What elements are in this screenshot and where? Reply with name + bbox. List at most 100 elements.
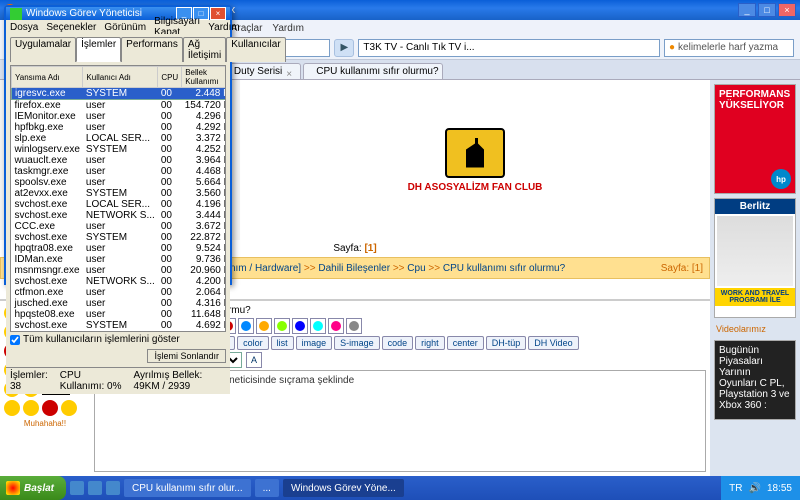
breadcrumb-link[interactable]: Dahili Bileşenler [318,263,390,274]
taskmgr-menu-item[interactable]: Yardım [208,22,240,33]
ad2-image [717,216,793,286]
process-row[interactable]: hpqste08.exeuser0011.648 K [12,309,227,320]
quicklaunch-icon[interactable] [70,481,84,495]
task-manager-window[interactable]: Windows Görev Yöneticisi _ □ × DosyaSeçe… [4,5,232,285]
show-all-users-checkbox[interactable] [10,335,20,345]
column-header[interactable]: Kullanıcı Adı [83,67,158,88]
ad-hp[interactable]: PERFORMANS YÜKSELİYOR hp [714,84,796,194]
search-text: kelimelerle harf yazma [678,42,778,53]
ad-games[interactable]: Bugünün Piyasaları Yarının Oyunları C PL… [714,340,796,420]
column-header[interactable]: Bellek Kullanımı [182,67,226,88]
format-color-btn[interactable] [256,318,272,334]
bbcode-dh-tüp-button[interactable]: DH-tüp [486,336,527,350]
fanclub-text: DH ASOSYALİZM FAN CLUB [408,182,543,193]
format-color-btn[interactable] [346,318,362,334]
emoji-icon[interactable] [4,400,20,416]
taskmgr-tab[interactable]: Kullanıcılar [226,37,285,62]
status-cpu: CPU Kullanımı: 0% [60,370,122,392]
page-number[interactable]: [1] [364,243,376,254]
process-row[interactable]: IEMonitor.exeuser004.296 K [12,111,227,122]
bbcode-code-button[interactable]: code [382,336,414,350]
taskmgr-menu-item[interactable]: Görünüm [104,22,146,33]
process-row[interactable]: at2evxx.exeSYSTEM003.560 K [12,188,227,199]
close-button[interactable]: × [778,3,796,17]
extra-format-btn[interactable]: A [246,352,262,368]
process-row[interactable]: svchost.exeNETWORK S...004.200 K [12,276,227,287]
format-color-btn[interactable] [328,318,344,334]
taskmgr-menu-item[interactable]: Dosya [10,22,38,33]
tab-close-icon[interactable]: × [286,69,292,75]
system-tray[interactable]: TR 🔊 18:55 [721,476,800,500]
tab-close-icon[interactable]: × [443,69,444,75]
process-row[interactable]: spoolsv.exeuser005.664 K [12,177,227,188]
process-row[interactable]: svchost.exeLOCAL SER...004.196 K [12,199,227,210]
breadcrumb-link[interactable]: CPU kullanımı sıfır olurmu? [443,263,565,274]
process-row[interactable]: svchost.exeSYSTEM0022.872 K [12,232,227,243]
quicklaunch-icon[interactable] [106,481,120,495]
process-row[interactable]: hpqtra08.exeuser009.524 K [12,243,227,254]
clock: 18:55 [767,483,792,494]
taskmgr-tab[interactable]: İşlemler [76,37,121,62]
quicklaunch-icon[interactable] [88,481,102,495]
process-row[interactable]: msnmsngr.exeuser0020.960 K [12,265,227,276]
tray-lang[interactable]: TR [729,483,742,494]
process-row[interactable]: svchost.exeNETWORK S...003.444 K [12,210,227,221]
browser-tab[interactable]: CPU kullanımı sıfır olurmu?× [303,63,443,79]
process-row[interactable]: wuauclt.exeuser003.964 K [12,155,227,166]
taskmgr-icon [10,8,22,20]
ad-column: PERFORMANS YÜKSELİYOR hp Berlitz WORK AN… [710,80,800,476]
emoji-icon[interactable] [61,400,77,416]
forum-header: DH ASOSYALİZM FAN CLUB [240,80,710,240]
process-row[interactable]: hpfbkg.exeuser004.292 K [12,122,227,133]
minimize-button[interactable]: _ [738,3,756,17]
taskmgr-tab[interactable]: Uygulamalar [10,37,76,62]
search-bar[interactable]: ● kelimelerle harf yazma [664,39,794,57]
process-row[interactable]: igresvc.exeSYSTEM002.448 K [12,88,227,100]
bbcode-list-button[interactable]: list [271,336,294,350]
format-color-btn[interactable] [310,318,326,334]
process-row[interactable]: svchost.exeSYSTEM004.692 K [12,320,227,331]
process-row[interactable]: ctfmon.exeuser002.064 K [12,287,227,298]
emoji-icon[interactable] [23,400,39,416]
tray-volume-icon[interactable]: 🔊 [749,483,761,494]
process-row[interactable]: jusched.exeuser004.316 K [12,298,227,309]
page-right: Sayfa: [1] [661,263,703,274]
ad-berlitz[interactable]: Berlitz WORK AND TRAVEL PROGRAMI İLE [714,198,796,318]
process-row[interactable]: firefox.exeuser00154.720 K [12,100,227,112]
bbcode-right-button[interactable]: right [415,336,445,350]
start-button[interactable]: Başlat [0,476,66,500]
breadcrumb-link[interactable]: Cpu [407,263,425,274]
end-process-button[interactable]: İşlemi Sonlandır [147,349,226,363]
bbcode-color-button[interactable]: color [237,336,269,350]
emoji-icon[interactable] [42,400,58,416]
maximize-button[interactable]: □ [758,3,776,17]
taskbar-item[interactable]: Windows Görev Yöne... [283,479,404,497]
process-row[interactable]: IDMan.exeuser009.736 K [12,254,227,265]
format-color-btn[interactable] [238,318,254,334]
taskmgr-tab[interactable]: Ağ İletişimi [183,37,226,62]
process-list[interactable]: Yansıma AdıKullanıcı AdıCPUBellek Kullan… [10,65,226,332]
bbcode-dh video-button[interactable]: DH Video [528,336,578,350]
taskmgr-close[interactable]: × [210,7,226,20]
taskbar-item[interactable]: CPU kullanımı sıfır olur... [124,479,251,497]
process-row[interactable]: winlogserv.exeSYSTEM004.252 K [12,144,227,155]
taskmgr-menu-item[interactable]: Seçenekler [46,22,96,33]
show-all-users-check[interactable]: Tüm kullanıcıların işlemlerini göster [10,332,226,347]
menu-yardım[interactable]: Yardım [272,23,304,34]
format-color-btn[interactable] [292,318,308,334]
url-aux-bar[interactable]: T3K TV - Canlı Tık TV i... [358,39,660,57]
taskmgr-menubar: DosyaSeçeneklerGörünümBilgisayarı KapatY… [6,20,230,34]
url-aux-text: T3K TV - Canlı Tık TV i... [363,42,474,53]
taskbar-item[interactable]: ... [255,479,279,497]
process-row[interactable]: slp.exeLOCAL SER...003.372 K [12,133,227,144]
bbcode-image-button[interactable]: image [296,336,333,350]
process-row[interactable]: taskmgr.exeuser004.468 K [12,166,227,177]
process-row[interactable]: CCC.exeuser003.672 K [12,221,227,232]
format-color-btn[interactable] [274,318,290,334]
taskmgr-tab[interactable]: Performans [121,37,183,62]
column-header[interactable]: CPU [158,67,182,88]
column-header[interactable]: Yansıma Adı [12,67,83,88]
bbcode-center-button[interactable]: center [447,336,484,350]
bbcode-s-image-button[interactable]: S-image [334,336,380,350]
go-button[interactable]: ▶ [334,39,354,57]
